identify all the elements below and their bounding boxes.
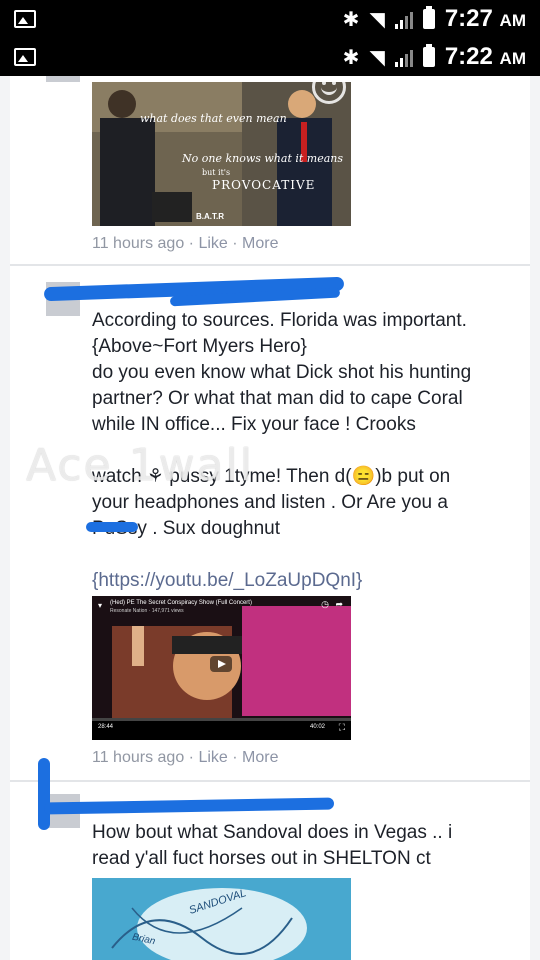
battery-icon bbox=[422, 6, 435, 29]
status-time: 7:27 AM bbox=[444, 5, 526, 32]
video-title: (Hed) PE The Secret Conspiracy Show (Ful… bbox=[110, 600, 252, 606]
comment-line: while IN office... Fix your face ! Crook… bbox=[92, 414, 416, 435]
comment-line: read y'all fuct horses out in SHELTON ct bbox=[92, 848, 431, 869]
meme-caption-top: what does that even mean bbox=[140, 112, 287, 125]
meme-caption-bottom: PROVOCATIVE bbox=[212, 178, 316, 192]
meta-separator: · bbox=[188, 235, 194, 252]
drawing-illustration bbox=[92, 878, 351, 960]
text-size-icon[interactable]: Aa bbox=[390, 76, 427, 102]
play-button[interactable] bbox=[210, 656, 232, 672]
battery-icon bbox=[422, 44, 435, 67]
video-thumbnail[interactable]: (Hed) PE The Secret Conspiracy Show (Ful… bbox=[92, 596, 351, 740]
bluetooth-icon: ✱ bbox=[342, 46, 360, 69]
comment-meta: 11 hours ago · Like · More bbox=[92, 749, 279, 767]
inner-status-bar: ✱ ◥ 7:22 AM bbox=[0, 38, 540, 76]
youtube-link[interactable]: {https://youtu.be/_LoZaUpDQnI} bbox=[92, 570, 362, 591]
wifi-icon: ◥ bbox=[369, 46, 385, 69]
outer-status-bar: ✱ ◥ 7:27 AM bbox=[0, 0, 540, 38]
meta-separator: · bbox=[232, 235, 238, 252]
comment-time: 11 hours ago bbox=[92, 235, 185, 252]
more-link[interactable]: More bbox=[242, 235, 278, 252]
comment-line: PuSsy . Sux doughnut bbox=[92, 518, 281, 539]
comment-time: 11 hours ago bbox=[92, 749, 185, 766]
gallery-notification-icon bbox=[14, 48, 36, 66]
meme-caption-mid: No one knows what it means bbox=[182, 152, 344, 165]
comment-line: your headphones and listen . Or Are you … bbox=[92, 492, 448, 513]
video-time-left: 28:44 bbox=[98, 724, 114, 730]
signal-icon bbox=[394, 9, 413, 29]
comment-meta: 11 hours ago · Like · More bbox=[92, 235, 279, 253]
avatar[interactable] bbox=[46, 76, 80, 82]
meta-separator: · bbox=[232, 749, 238, 766]
more-link[interactable]: More bbox=[242, 749, 278, 766]
fullscreen-icon[interactable]: ⛶ bbox=[339, 722, 345, 733]
comment-line: How bout what Sandoval does in Vegas .. … bbox=[92, 822, 453, 843]
watermark-text: Ace 1wall bbox=[26, 440, 254, 491]
play-icon bbox=[218, 660, 226, 668]
comment-line: {Above~Fort Myers Hero} bbox=[92, 336, 307, 357]
comments-feed[interactable]: what does that even mean No one knows wh… bbox=[0, 76, 540, 960]
signal-icon bbox=[394, 47, 413, 67]
comment-divider bbox=[10, 264, 530, 266]
redaction-scribble bbox=[38, 758, 50, 830]
watch-later-icon[interactable]: ◷ bbox=[321, 599, 329, 610]
comment-divider bbox=[10, 780, 530, 782]
meme-credit: B.A.T.R bbox=[196, 212, 224, 221]
comment-image-meme[interactable]: what does that even mean No one knows wh… bbox=[92, 82, 351, 226]
wifi-icon: ◥ bbox=[369, 8, 385, 31]
meta-separator: · bbox=[188, 749, 194, 766]
meme-caption-small: but it's bbox=[202, 168, 231, 177]
status-time: 7:22 AM bbox=[444, 43, 526, 70]
comment-text: How bout what Sandoval does in Vegas .. … bbox=[92, 820, 512, 872]
bluetooth-icon: ✱ bbox=[342, 8, 360, 31]
video-channel: Resonate Nation · 147,971 views bbox=[110, 608, 184, 614]
share-icon[interactable]: ➦ bbox=[335, 599, 343, 610]
gallery-notification-icon bbox=[14, 10, 36, 28]
like-link[interactable]: Like bbox=[198, 235, 227, 252]
video-time-right: 40:02 bbox=[309, 724, 325, 730]
like-link[interactable]: Like bbox=[198, 749, 227, 766]
comment-line: partner? Or what that man did to cape Co… bbox=[92, 388, 463, 409]
comment-line: According to sources. Florida was import… bbox=[92, 310, 467, 331]
redaction-scribble bbox=[86, 522, 138, 532]
comment-line: do you even know what Dick shot his hunt… bbox=[92, 362, 472, 383]
comment-image-drawing[interactable]: SANDOVAL Brian bbox=[92, 878, 351, 960]
dropdown-icon[interactable]: ▾ bbox=[98, 601, 102, 610]
